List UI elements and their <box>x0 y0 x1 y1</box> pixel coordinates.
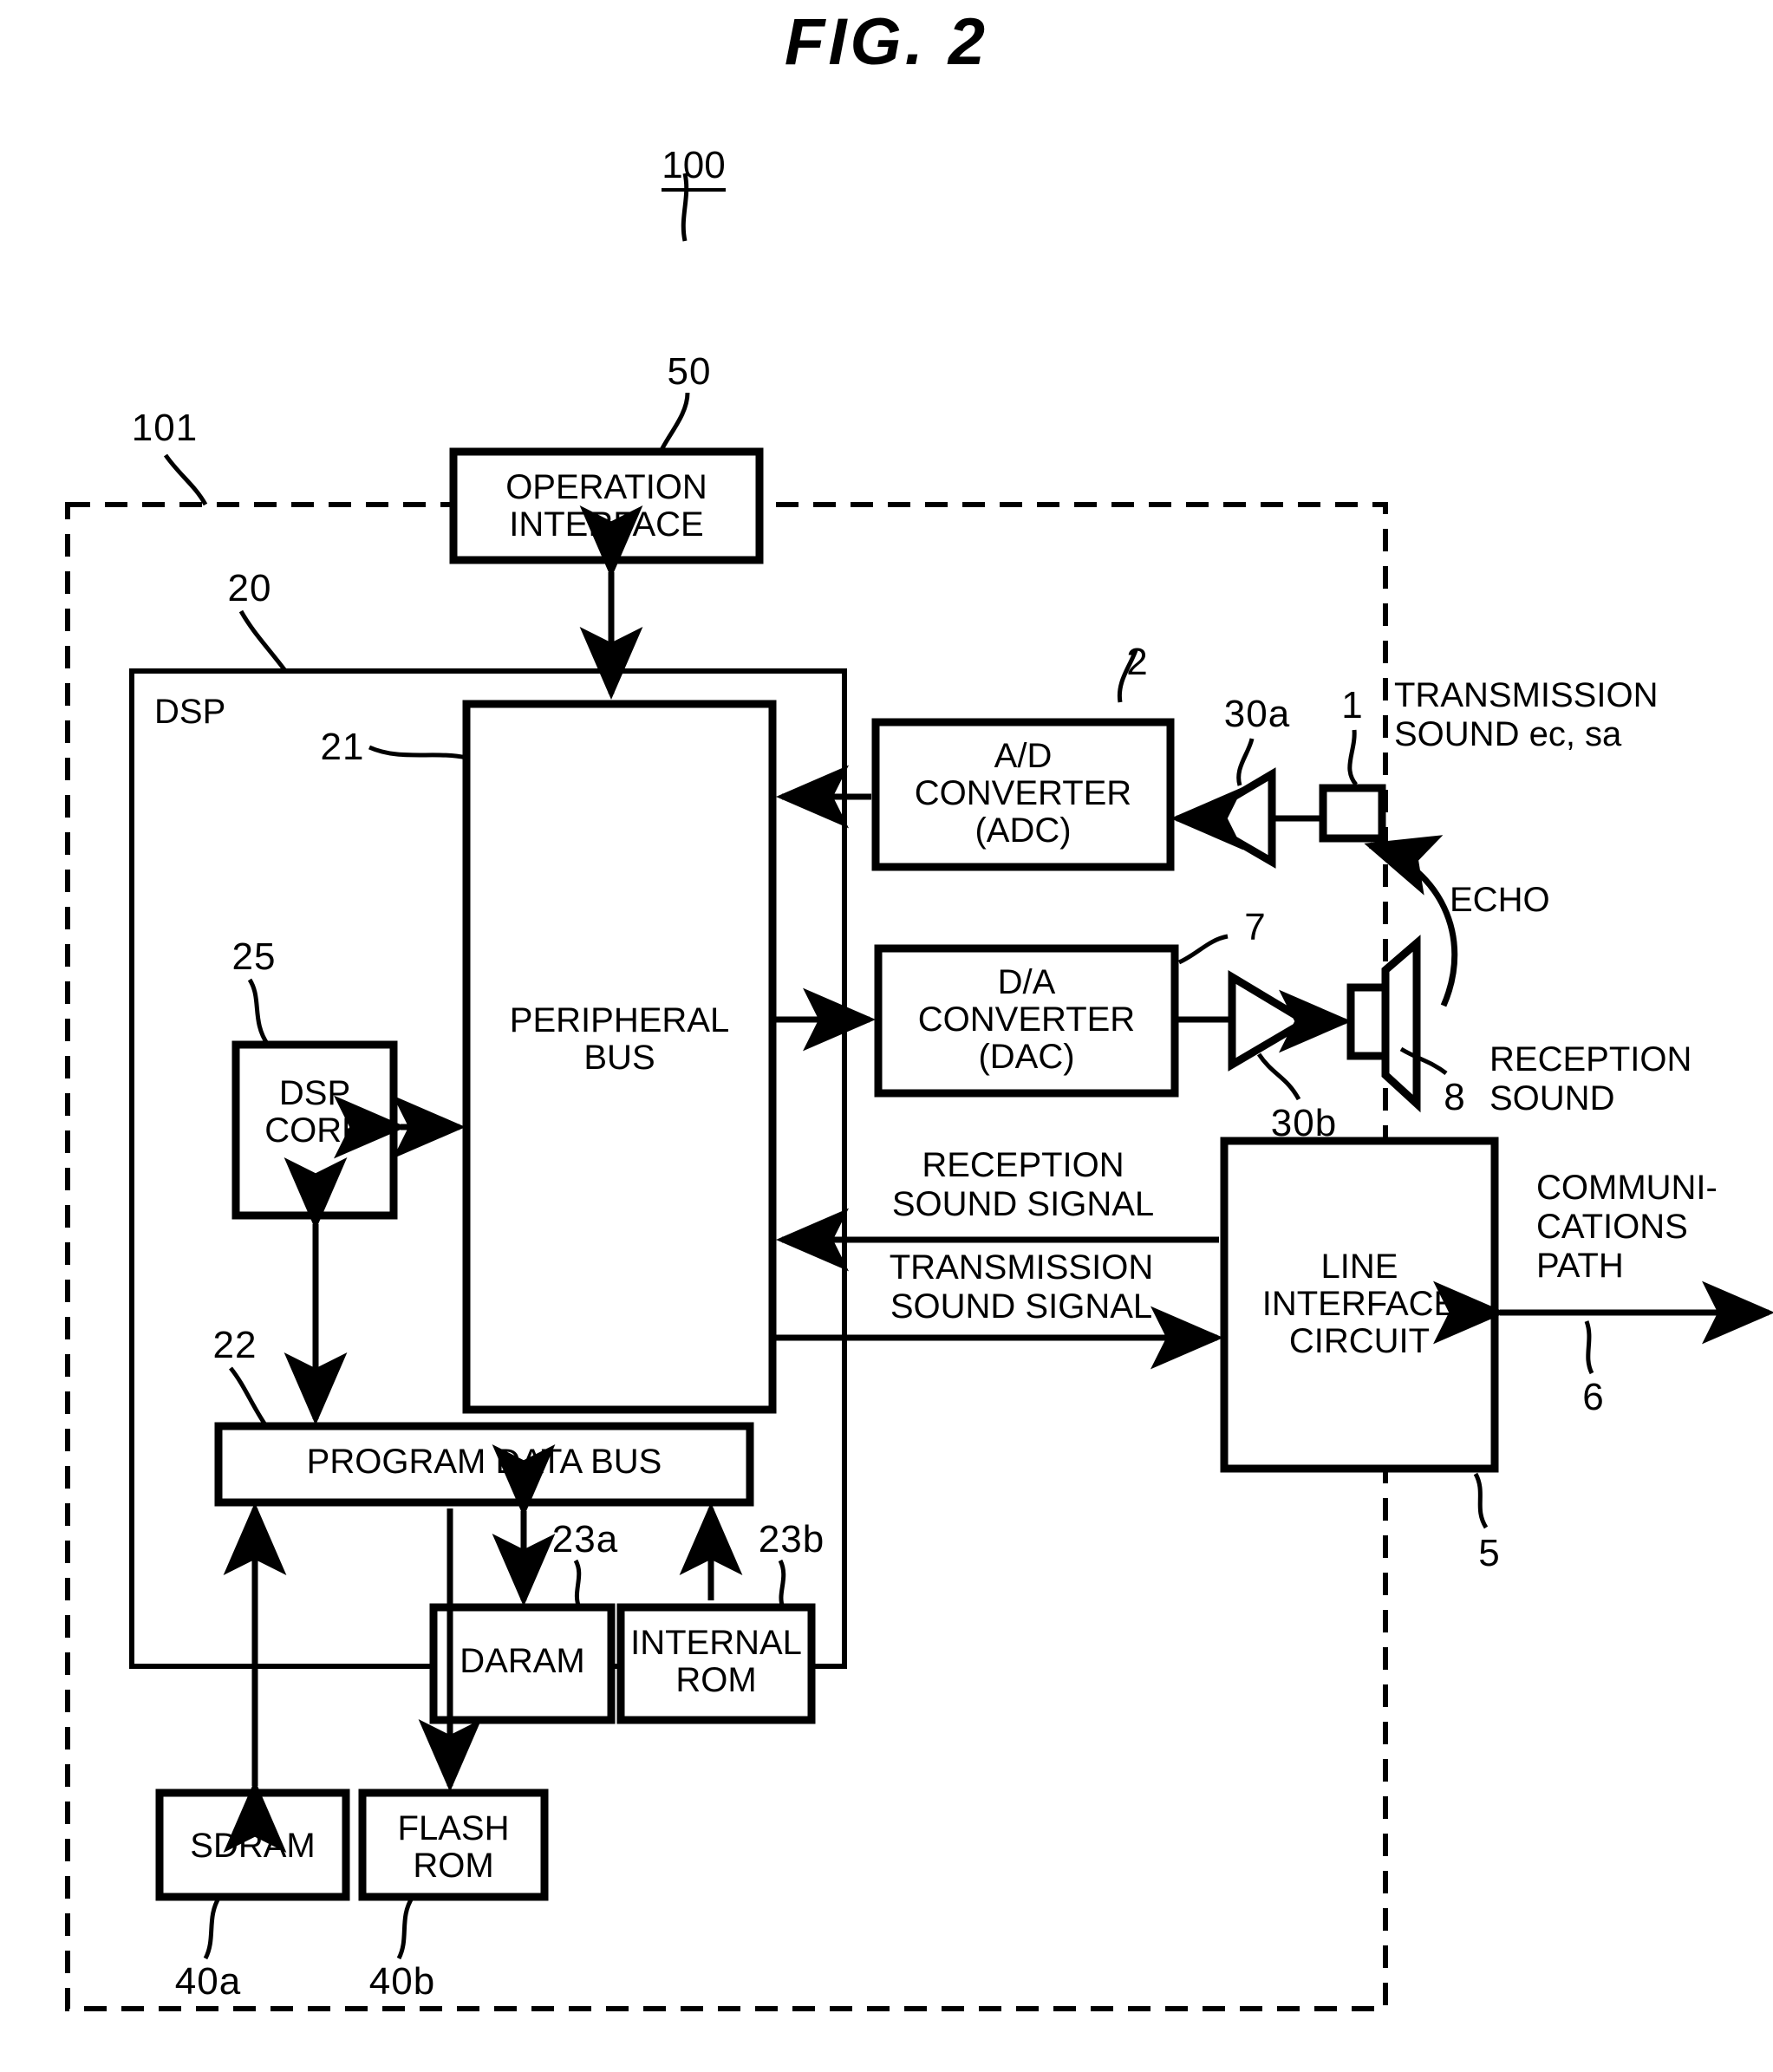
leader-30b <box>1256 1052 1301 1101</box>
sdram-label: SDRAM <box>190 1827 316 1865</box>
leader-20 <box>238 609 289 674</box>
leader-22 <box>229 1366 269 1428</box>
ref-25: 25 <box>231 935 277 978</box>
leader-50 <box>658 392 690 453</box>
program-data-bus-label: PROGRAM DATA BUS <box>306 1443 662 1481</box>
reception-sound-signal-annotation: RECEPTION SOUND SIGNAL <box>891 1146 1155 1223</box>
reception-sound-annotation: RECEPTION SOUND <box>1489 1040 1692 1117</box>
ref-5: 5 <box>1478 1532 1501 1574</box>
peripheral-bus-label: PERIPHERAL BUS <box>509 1001 730 1078</box>
ref-21: 21 <box>320 726 365 768</box>
dsp-label: DSP <box>154 693 226 731</box>
ref-23a: 23a <box>551 1518 619 1561</box>
flash-rom-label: FLASH ROM <box>397 1809 510 1886</box>
leader-40a <box>203 1895 222 1960</box>
leader-1 <box>1347 729 1359 786</box>
dsp-core-label: DSP CORE <box>264 1074 365 1150</box>
leader-25 <box>247 978 271 1046</box>
speaker-cone <box>1381 935 1421 1113</box>
line-interface-circuit-label: LINE INTERFACE CIRCUIT <box>1261 1248 1457 1361</box>
leader-6 <box>1584 1320 1594 1375</box>
ref-30a: 30a <box>1223 693 1291 735</box>
internal-rom-label: INTERNAL ROM <box>630 1624 802 1700</box>
speaker-amplifier-triangle <box>1228 970 1313 1072</box>
adc-label: A/D CONVERTER (ADC) <box>914 737 1132 850</box>
ref-40b: 40b <box>368 1960 436 2003</box>
leader-5 <box>1473 1472 1489 1529</box>
ref-40a: 40a <box>174 1960 242 2003</box>
ref-30b: 30b <box>1270 1102 1338 1144</box>
leader-40b <box>396 1895 415 1960</box>
leader-101 <box>163 453 208 506</box>
leader-21 <box>368 745 467 760</box>
enclosure-ref-101: 101 <box>131 407 199 449</box>
ref-6: 6 <box>1582 1376 1605 1418</box>
leader-23b <box>778 1559 786 1608</box>
ref-23b: 23b <box>758 1518 825 1561</box>
dac-label: D/A CONVERTER (DAC) <box>917 963 1136 1077</box>
leader-30a <box>1236 738 1255 786</box>
ref-22: 22 <box>212 1324 257 1366</box>
communications-path-annotation: COMMUNI- CATIONS PATH <box>1536 1169 1718 1285</box>
leader-23a <box>573 1559 582 1609</box>
echo-annotation: ECHO <box>1450 881 1550 919</box>
daram-label: DARAM <box>460 1642 585 1680</box>
transmission-sound-signal-annotation: TRANSMISSION SOUND SIGNAL <box>889 1248 1154 1326</box>
system-ref-100: 100 <box>646 130 741 192</box>
mic-amplifier-triangle <box>1190 767 1276 869</box>
microphone-body <box>1319 784 1386 843</box>
ref-50: 50 <box>667 350 712 393</box>
ref-1: 1 <box>1341 684 1364 727</box>
transmission-sound-annotation: TRANSMISSION SOUND ec, sa <box>1394 676 1659 753</box>
operation-interface-label: OPERATION INTERFACE <box>505 468 707 544</box>
ref-2: 2 <box>1126 641 1149 683</box>
figure-page: FIG. 2 100 101 OPERATION INTERFACE 50 DS… <box>0 0 1773 2072</box>
ref-8: 8 <box>1444 1076 1466 1118</box>
speaker-body <box>1346 983 1390 1060</box>
ref-20: 20 <box>227 567 272 609</box>
ref-7: 7 <box>1244 906 1267 948</box>
